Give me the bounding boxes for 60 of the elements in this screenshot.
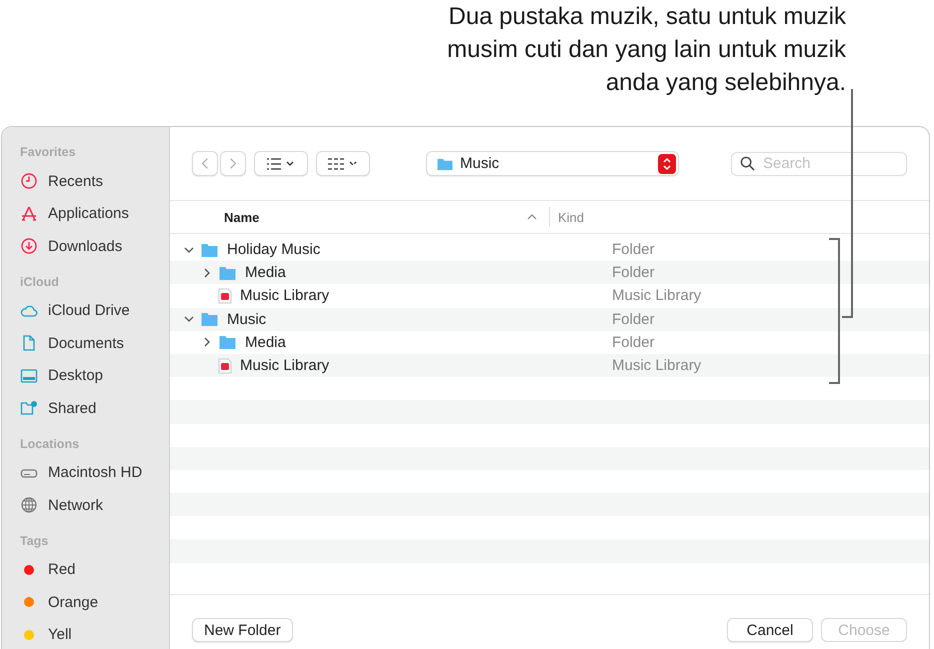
chevron-left-icon	[201, 157, 209, 170]
folder-icon	[218, 264, 237, 281]
kind-cell: Folder	[612, 334, 655, 351]
grid-view-button[interactable]	[316, 151, 370, 176]
chevron-down-icon[interactable]	[184, 314, 194, 324]
sidebar-section-title: Tags	[20, 534, 50, 548]
chevron-down-icon[interactable]	[184, 244, 194, 255]
file-name[interactable]: Music Library	[240, 357, 330, 374]
sidebar-item[interactable]: iCloud Drive	[20, 294, 169, 327]
chevron-right-icon	[229, 157, 237, 170]
search-field[interactable]: Search	[731, 152, 907, 176]
search-input[interactable]: Search	[761, 154, 895, 173]
music-file-icon	[218, 288, 232, 304]
sidebar-item[interactable]: Network	[20, 489, 169, 522]
location-popup[interactable]: Music	[426, 151, 679, 176]
kind-cell: Folder	[612, 264, 655, 282]
sidebar-item[interactable]: Applications	[20, 198, 169, 230]
sidebar-section-title: iCloud	[20, 274, 60, 288]
file-name[interactable]: Media	[245, 334, 286, 351]
sidebar-section-title: Locations	[20, 436, 80, 450]
sidebar-item[interactable]: Downloads	[20, 230, 169, 262]
folder-icon	[200, 242, 219, 258]
chevron-right-icon[interactable]	[202, 268, 212, 278]
sidebar-item[interactable]: Macintosh HD	[20, 456, 169, 489]
sidebar-item[interactable]: Red	[20, 554, 169, 586]
globe-icon	[20, 496, 38, 514]
sidebar-item[interactable]: Yell	[20, 618, 169, 649]
kind-cell: Folder	[612, 310, 655, 328]
sidebar-item[interactable]: Orange	[20, 586, 169, 618]
kind-cell: Folder	[612, 241, 655, 258]
sidebar-item[interactable]: Shared	[20, 392, 169, 424]
kind-column-header[interactable]: Kind	[550, 210, 584, 224]
file-name[interactable]: Media	[245, 264, 286, 282]
clock-icon	[20, 172, 38, 190]
list-view-button[interactable]	[254, 151, 308, 176]
folder-icon	[436, 156, 454, 171]
apps-icon	[20, 204, 38, 223]
sort-up-icon	[527, 214, 537, 220]
sidebar-item[interactable]: Desktop	[20, 360, 169, 392]
desktop-icon	[20, 366, 38, 385]
chevron-right-icon[interactable]	[202, 337, 212, 348]
dialog-button[interactable]: Cancel	[727, 618, 813, 642]
sidebar-item[interactable]: Recents	[20, 165, 169, 198]
kind-cell: Music Library	[612, 287, 702, 304]
sidebar-section-title: Favorites	[20, 145, 77, 159]
callout-text: Dua pustaka muzik, satu untuk muzik musim cuti dan yang lain untuk muzik anda yang selebihnya.	[446, 2, 846, 98]
file-name[interactable]: Music	[227, 310, 266, 328]
name-column-header[interactable]: Name	[170, 207, 550, 227]
shared-icon	[20, 399, 38, 418]
download-icon	[20, 237, 38, 256]
sidebar-item[interactable]: Documents	[20, 327, 169, 360]
search-icon	[740, 156, 755, 171]
dialog-button[interactable]: New Folder	[192, 618, 293, 642]
music-file-icon	[218, 358, 232, 374]
file-name[interactable]: Holiday Music	[227, 241, 320, 258]
folder-icon	[200, 311, 219, 328]
stepper-icon	[658, 154, 676, 174]
kind-cell: Music Library	[612, 357, 702, 374]
file-name[interactable]: Music Library	[240, 287, 330, 304]
folder-icon	[218, 334, 237, 350]
